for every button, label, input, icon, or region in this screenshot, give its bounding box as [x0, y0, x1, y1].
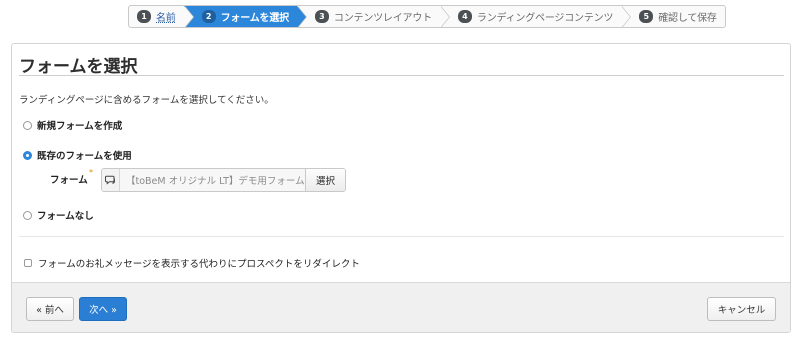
wizard-steps: 1 名前 2 フォームを選択 3 コンテンツレイアウト 4 ランディングページコ…: [128, 5, 726, 28]
form-field-label: フォーム: [50, 175, 88, 186]
radio-label: 新規フォームを作成: [37, 121, 123, 132]
instructions-text: ランディングページに含めるフォームを選択してください。: [19, 95, 274, 106]
wizard-step-landing-content[interactable]: 4 ランディングページコンテンツ: [440, 6, 632, 27]
radio-new-form[interactable]: 新規フォームを作成: [23, 118, 122, 132]
radio-existing-form[interactable]: 既存のフォームを使用: [23, 148, 132, 162]
step-label: フォームを選択: [220, 13, 290, 24]
panel-footer: « 前へ 次へ » キャンセル: [12, 282, 790, 332]
wizard-step-review-save[interactable]: 5 確認して保存: [621, 6, 725, 27]
wizard-step-name[interactable]: 1 名前: [129, 6, 194, 27]
step-label: コンテンツレイアウト: [333, 13, 432, 24]
radio-button[interactable]: [23, 120, 32, 130]
form-picker: 【toBeM オリジナル LT】デモ用フォーム カ 選択: [101, 168, 346, 192]
step-number: 2: [201, 10, 216, 23]
wizard-step-select-form[interactable]: 2 フォームを選択: [183, 6, 307, 27]
redirect-checkbox[interactable]: [24, 259, 32, 267]
step-number: 4: [457, 10, 472, 23]
radio-label: 既存のフォームを使用: [37, 151, 132, 162]
cancel-button[interactable]: キャンセル: [707, 297, 776, 321]
step-number: 5: [639, 10, 654, 23]
redirect-checkbox-label: フォームのお礼メッセージを表示する代わりにプロスペクトをリダイレクト: [38, 259, 360, 270]
section-divider: [19, 236, 784, 237]
radio-button[interactable]: [23, 150, 32, 160]
required-indicator: *: [89, 168, 93, 177]
next-button[interactable]: 次へ »: [79, 297, 127, 321]
radio-button[interactable]: [23, 210, 32, 220]
select-form-button[interactable]: 選択: [305, 169, 345, 191]
form-picker-value[interactable]: 【toBeM オリジナル LT】デモ用フォーム カ: [120, 169, 305, 191]
step-number: 3: [314, 10, 329, 23]
step-label: ランディングページコンテンツ: [476, 13, 614, 24]
comment-bubble-icon: [102, 169, 120, 191]
step-number: 1: [137, 10, 151, 23]
page-title: フォームを選択: [19, 57, 138, 77]
redirect-prospect-checkbox-row[interactable]: フォームのお礼メッセージを表示する代わりにプロスペクトをリダイレクト: [24, 256, 360, 270]
radio-label: フォームなし: [37, 211, 94, 222]
step-label: 名前: [156, 13, 176, 24]
step-label: 確認して保存: [658, 13, 717, 24]
radio-no-form[interactable]: フォームなし: [23, 208, 94, 222]
select-form-panel: フォームを選択 ランディングページに含めるフォームを選択してください。 新規フォ…: [11, 43, 791, 333]
previous-button[interactable]: « 前へ: [26, 297, 74, 321]
wizard-step-content-layout[interactable]: 3 コンテンツレイアウト: [297, 6, 450, 27]
title-divider: [19, 75, 784, 76]
